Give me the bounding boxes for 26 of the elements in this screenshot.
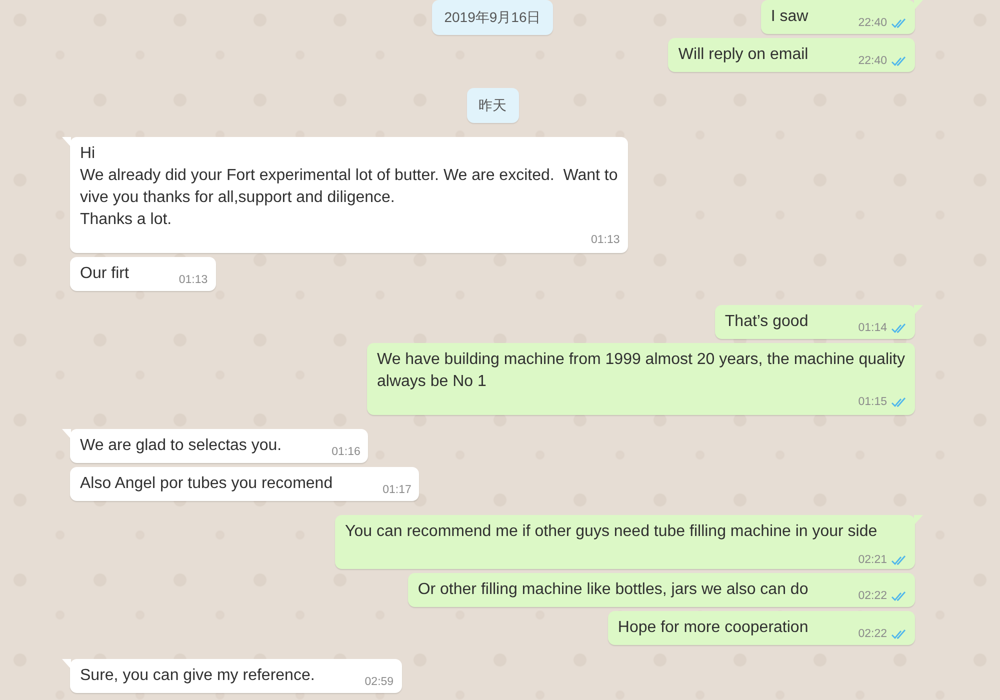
message-time: 02:21 [858,553,887,567]
date-label: 昨天 [466,88,518,123]
message-time: 01:13 [178,273,208,287]
message-time: 02:22 [858,589,887,603]
message-text: Or other filling machine like bottles, jars we also can do [418,581,808,598]
message-text: You can recommend me if other guys need tube filling machine in your side [345,523,878,540]
message-time: 22:40 [858,54,887,68]
message-time: 22:40 [858,16,887,30]
message-text: Hi We already did your Fort experimental lot of butter. We are excited. Want to vive you thanks for all,support and diligence. Thanks a lot. [80,144,618,230]
message-text: We are glad to selectas you. [80,437,282,454]
message-text: Hope for more cooperation [618,619,808,636]
message-text: Our firt [80,265,129,282]
message-time: 02:59 [364,675,394,689]
message-time: 01:15 [858,395,887,409]
message-text: We have building machine from 1999 almost 20 years, the machine quality always be No 1 [377,350,905,392]
message-time: 01:14 [858,321,887,335]
message-text: Will reply on email [678,46,808,63]
message-time: 02:22 [858,627,887,641]
message-text: Sure, you can give my reference. [80,667,315,684]
date-label: 2019年9月16日 [432,0,553,35]
message-text: I saw [770,8,808,25]
message-time: 01:16 [332,445,360,459]
message-time: 01:13 [590,233,620,247]
message-text: That’s good [724,313,808,330]
message-text: Also Angel por tubes you recomend [80,475,333,492]
message-time: 01:17 [382,483,412,497]
